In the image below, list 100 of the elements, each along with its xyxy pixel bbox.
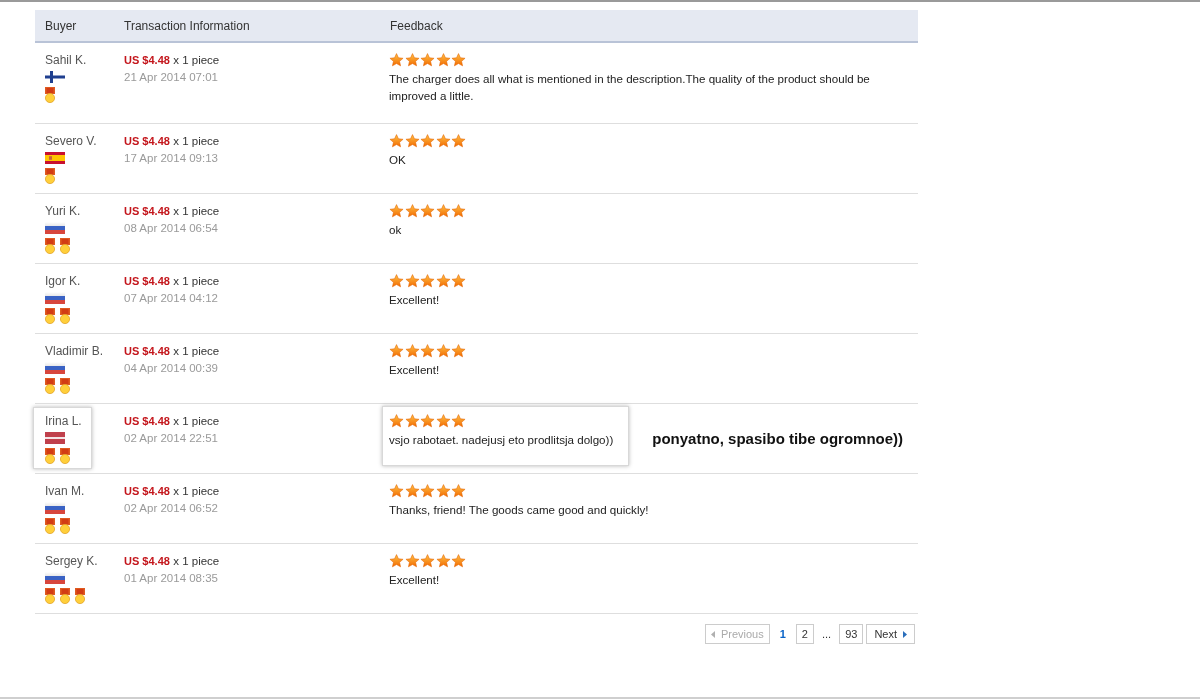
star-icon xyxy=(435,554,451,568)
price-text: US $4.48 xyxy=(124,345,170,357)
quantity-text: x 1 piece xyxy=(173,54,220,66)
next-button[interactable]: Next xyxy=(866,624,915,644)
star-icon xyxy=(420,484,435,498)
star-icon xyxy=(420,274,435,288)
star-icon xyxy=(404,134,420,148)
price-text: US $4.48 xyxy=(124,485,170,497)
column-header: Feedback xyxy=(380,10,918,42)
medal-icon xyxy=(45,588,55,604)
price-text: US $4.48 xyxy=(124,415,170,427)
date-text: 01 Apr 2014 08:35 xyxy=(124,571,219,586)
quantity-text: x 1 piece xyxy=(173,135,220,147)
star-icon xyxy=(451,344,466,358)
page-button[interactable]: 1 xyxy=(775,624,790,644)
flag-icon xyxy=(45,71,65,83)
star-icon xyxy=(435,53,451,67)
star-icon xyxy=(451,414,466,428)
date-text: 04 Apr 2014 00:39 xyxy=(124,361,219,376)
star-icon xyxy=(389,484,404,498)
quantity-text: x 1 piece xyxy=(173,205,220,217)
star-icon xyxy=(389,554,404,568)
buyer-name: Ivan M. xyxy=(45,483,86,499)
caret-left-icon xyxy=(710,630,715,638)
quantity-text: x 1 piece xyxy=(173,555,220,567)
medal-icon xyxy=(45,238,55,254)
page-button[interactable]: 2 xyxy=(795,624,814,644)
price-text: US $4.48 xyxy=(124,205,170,217)
price-text: US $4.48 xyxy=(124,54,170,66)
star-icon xyxy=(404,414,420,428)
flag-icon xyxy=(45,362,65,374)
medal-icon xyxy=(60,238,70,254)
quantity-text: x 1 piece xyxy=(173,275,220,287)
star-icon xyxy=(451,484,466,498)
buyer-name: Igor K. xyxy=(45,273,82,289)
feedback-text: Thanks, friend! The goods came good and quickly! xyxy=(389,502,649,518)
feedback-text: Excellent! xyxy=(389,572,441,588)
buyer-name: Sergey K. xyxy=(45,553,99,569)
star-icon xyxy=(420,53,435,67)
feedback-text: The charger does all what is mentioned in the description.The quality of the product should be improved a little. xyxy=(389,71,871,104)
medal-icon xyxy=(75,588,85,604)
star-icon xyxy=(389,204,404,218)
date-text: 21 Apr 2014 07:01 xyxy=(124,70,219,85)
star-icon xyxy=(451,274,466,288)
star-icon xyxy=(404,53,420,67)
buyer-name: Severo V. xyxy=(45,133,98,149)
date-text: 08 Apr 2014 06:54 xyxy=(124,221,219,236)
flag-icon xyxy=(45,432,65,444)
buyer-name: Irina L. xyxy=(45,413,82,429)
medal-icon xyxy=(60,308,70,324)
feedback-text: Excellent! xyxy=(389,362,441,378)
star-icon xyxy=(420,204,435,218)
medal-icon xyxy=(45,168,55,184)
page-button[interactable]: 93 xyxy=(839,624,864,644)
star-icon xyxy=(404,554,420,568)
star-icon xyxy=(420,554,435,568)
star-icon xyxy=(435,414,451,428)
medal-icon xyxy=(60,518,70,534)
feedback-text: ok xyxy=(389,222,403,238)
medal-icon xyxy=(60,588,70,604)
flag-icon xyxy=(45,292,65,304)
medal-icon xyxy=(45,448,55,464)
star-icon xyxy=(389,274,404,288)
star-icon xyxy=(389,53,404,67)
buyer-name: Vladimir B. xyxy=(45,343,104,359)
flag-icon xyxy=(45,152,65,164)
medal-icon xyxy=(45,87,55,103)
star-icon xyxy=(435,134,451,148)
star-icon xyxy=(420,414,435,428)
flag-icon xyxy=(45,572,65,584)
medal-icon xyxy=(45,308,55,324)
medal-icon xyxy=(60,448,70,464)
column-header: Buyer xyxy=(35,10,114,42)
star-icon xyxy=(389,134,404,148)
medal-icon xyxy=(60,378,70,394)
annotation-text: ponyatno, spasibo tibe ogromnoe)) xyxy=(652,430,904,447)
star-icon xyxy=(451,53,466,67)
price-text: US $4.48 xyxy=(124,275,170,287)
star-icon xyxy=(404,344,420,358)
star-icon xyxy=(435,204,451,218)
feedback-text: vsjo rabotaet. nadejusj eto prodlitsja dolgo)) xyxy=(389,432,614,448)
star-icon xyxy=(435,344,451,358)
buyer-name: Sahil K. xyxy=(45,52,88,68)
star-icon xyxy=(451,134,466,148)
star-icon xyxy=(435,484,451,498)
star-icon xyxy=(404,484,420,498)
star-icon xyxy=(404,274,420,288)
star-icon xyxy=(451,554,466,568)
price-text: US $4.48 xyxy=(124,135,170,147)
date-text: 02 Apr 2014 22:51 xyxy=(124,431,219,446)
date-text: 02 Apr 2014 06:52 xyxy=(124,501,219,516)
date-text: 07 Apr 2014 04:12 xyxy=(124,291,219,306)
feedback-text: Excellent! xyxy=(389,292,441,308)
caret-right-icon xyxy=(903,630,907,638)
date-text: 17 Apr 2014 09:13 xyxy=(124,151,219,166)
star-icon xyxy=(420,344,435,358)
flag-icon xyxy=(45,502,65,514)
flag-icon xyxy=(45,222,65,234)
feedback-text: OK xyxy=(389,152,407,168)
medal-icon xyxy=(45,518,55,534)
